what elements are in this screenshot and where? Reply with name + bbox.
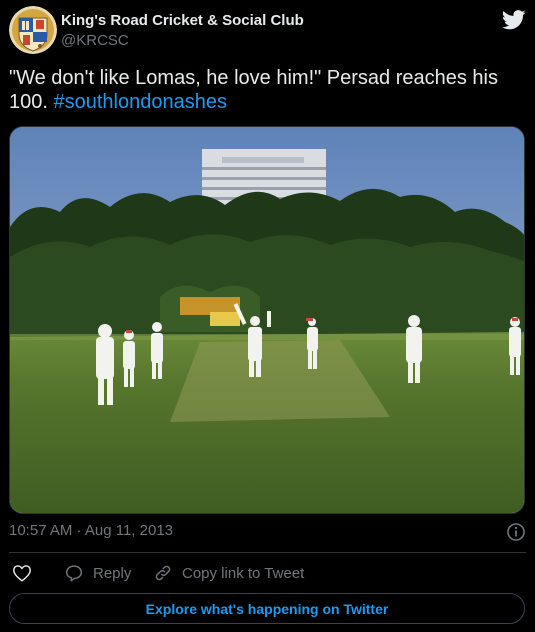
like-button[interactable]	[11, 561, 41, 585]
club-crest-avatar[interactable]	[9, 6, 57, 54]
tweet-timestamp[interactable]: 10:57 AM · Aug 11, 2013	[9, 522, 173, 539]
info-icon[interactable]	[506, 522, 526, 542]
speech-bubble-icon	[65, 565, 83, 582]
tweet-meta: 10:57 AM · Aug 11, 2013	[9, 522, 526, 542]
cricket-match-photo[interactable]	[9, 126, 525, 514]
tweet-actions: Reply Copy link to Tweet	[9, 561, 526, 585]
link-icon	[155, 565, 171, 581]
reply-button[interactable]: Reply	[63, 561, 131, 585]
tweet-header: King's Road Cricket & Social Club @KRCSC	[9, 6, 526, 54]
copy-link-button[interactable]: Copy link to Tweet	[152, 561, 304, 585]
author-handle[interactable]: @KRCSC	[61, 32, 129, 49]
embedded-tweet: King's Road Cricket & Social Club @KRCSC…	[0, 0, 535, 632]
twitter-bird-icon[interactable]	[501, 10, 526, 30]
heart-icon	[13, 565, 31, 582]
reply-label: Reply	[93, 564, 132, 582]
author-name[interactable]: King's Road Cricket & Social Club	[61, 12, 304, 29]
hashtag-link[interactable]: #southlondonashes	[53, 91, 226, 113]
explore-twitter-button[interactable]: Explore what's happening on Twitter	[9, 593, 525, 624]
tweet-text: "We don't like Lomas, he love him!" Pers…	[9, 66, 519, 114]
divider	[9, 552, 526, 553]
copy-link-label: Copy link to Tweet	[182, 564, 305, 582]
